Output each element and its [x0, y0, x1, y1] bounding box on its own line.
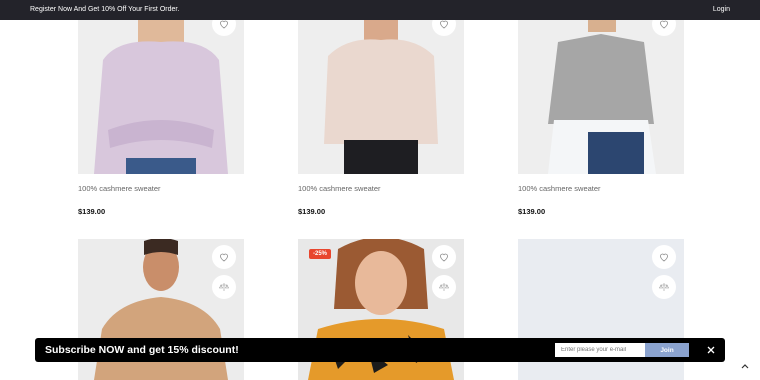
login-link[interactable]: Login — [713, 6, 730, 13]
wishlist-button[interactable] — [432, 245, 456, 269]
heart-icon — [220, 20, 228, 29]
discount-badge: -25% — [309, 249, 332, 259]
product-title[interactable]: 100% cashmere sweater — [298, 184, 381, 193]
close-icon[interactable] — [705, 344, 717, 356]
compare-button[interactable] — [432, 275, 456, 299]
product-image[interactable] — [78, 20, 244, 174]
promo-text: Register Now And Get 10% Off Your First … — [30, 6, 180, 13]
product-card[interactable]: 100% cashmere sweater $139.00 — [298, 20, 464, 220]
heart-icon — [220, 253, 228, 262]
sweater-photo — [78, 20, 244, 174]
compare-button[interactable] — [652, 275, 676, 299]
product-price: $139.00 — [518, 207, 546, 216]
subscribe-message: Subscribe NOW and get 15% discount! — [45, 344, 239, 356]
heart-icon — [660, 20, 668, 29]
top-promo-bar: Register Now And Get 10% Off Your First … — [0, 0, 760, 20]
heart-icon — [440, 253, 448, 262]
product-price: $139.00 — [78, 207, 106, 216]
compare-button[interactable] — [212, 275, 236, 299]
product-title[interactable]: 100% cashmere sweater — [518, 184, 601, 193]
product-card[interactable]: 100% cashmere sweater $139.00 — [78, 20, 244, 220]
product-image[interactable] — [518, 20, 684, 174]
product-card[interactable]: 100% cashmere sweater $139.00 — [518, 20, 684, 220]
subscribe-banner: Subscribe NOW and get 15% discount! Join — [35, 338, 725, 362]
scale-icon — [439, 283, 449, 291]
scale-icon — [659, 283, 669, 291]
product-title[interactable]: 100% cashmere sweater — [78, 184, 161, 193]
product-image[interactable] — [298, 20, 464, 174]
sweater-photo — [518, 20, 684, 174]
product-price: $139.00 — [298, 207, 326, 216]
wishlist-button[interactable] — [212, 245, 236, 269]
join-button[interactable]: Join — [645, 343, 689, 357]
chevron-up-icon[interactable] — [740, 361, 750, 371]
sweater-photo — [298, 20, 464, 174]
wishlist-button[interactable] — [652, 245, 676, 269]
email-input[interactable] — [555, 343, 645, 357]
scale-icon — [219, 283, 229, 291]
heart-icon — [660, 253, 668, 262]
heart-icon — [440, 20, 448, 29]
